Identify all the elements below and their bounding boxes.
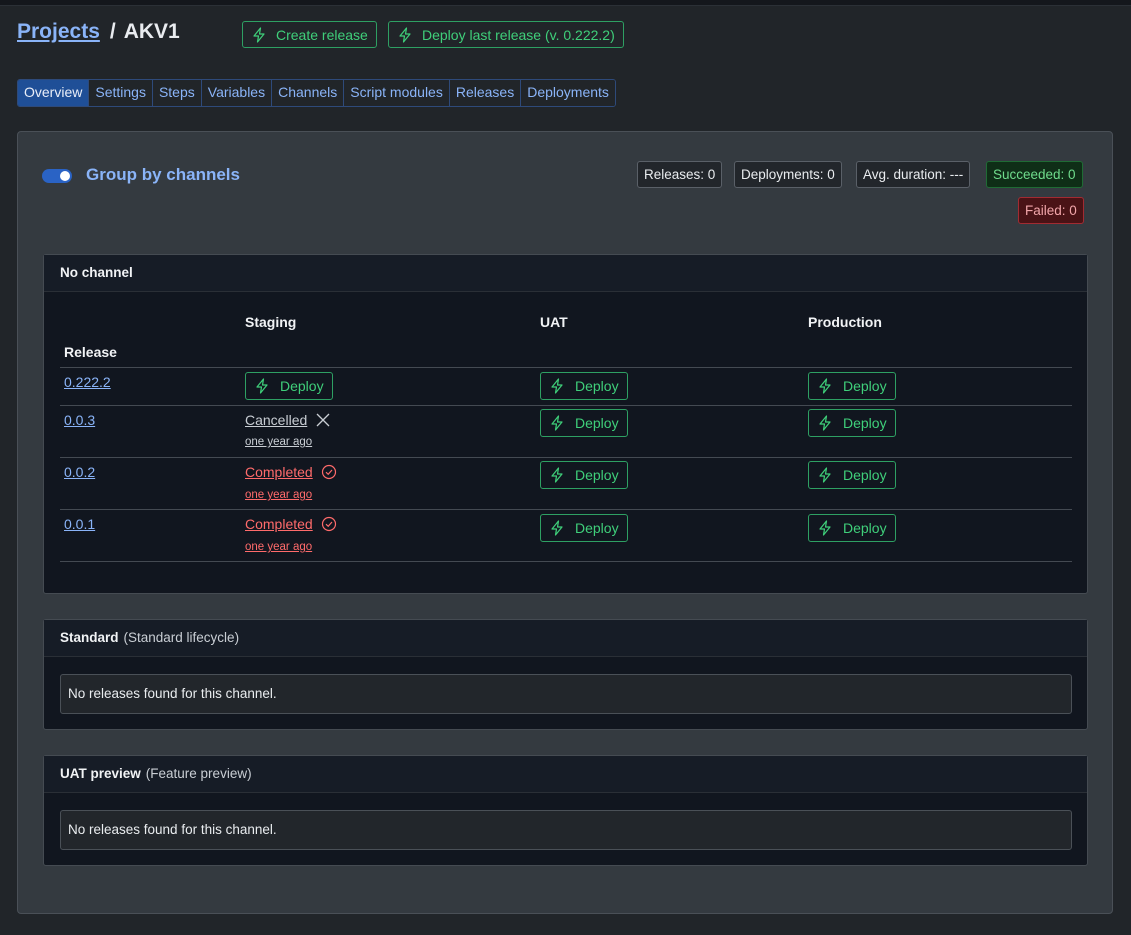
deploy-label: Deploy bbox=[575, 467, 619, 483]
tab-deployments[interactable]: Deployments bbox=[521, 80, 615, 106]
release-link-0-0-2[interactable]: 0.0.2 bbox=[64, 464, 95, 480]
deploy-label: Deploy bbox=[575, 415, 619, 431]
deployment-status-completed[interactable]: Completed bbox=[245, 516, 337, 532]
stat-releases: Releases: 0 bbox=[637, 161, 723, 188]
column-header-production: Production bbox=[808, 314, 882, 330]
group-by-channels-toggle[interactable] bbox=[42, 169, 72, 183]
release-link-0-222-2[interactable]: 0.222.2 bbox=[64, 374, 111, 390]
lightning-icon bbox=[817, 415, 833, 431]
deployment-time[interactable]: one year ago bbox=[245, 436, 312, 448]
create-release-button[interactable]: Create release bbox=[242, 21, 377, 48]
deployment-status-completed[interactable]: Completed bbox=[245, 464, 337, 480]
lightning-icon bbox=[817, 520, 833, 536]
deploy-button-uat[interactable]: Deploy bbox=[540, 514, 628, 542]
lightning-icon bbox=[397, 26, 413, 43]
lightning-icon bbox=[549, 467, 565, 483]
deploy-button-production[interactable]: Deploy bbox=[808, 514, 896, 542]
deploy-button-production[interactable]: Deploy bbox=[808, 372, 896, 400]
channel-name: UAT preview bbox=[60, 766, 141, 781]
deploy-button-staging[interactable]: Deploy bbox=[245, 372, 333, 400]
deploy-last-release-button[interactable]: Deploy last release (v. 0.222.2) bbox=[388, 21, 624, 48]
lightning-icon bbox=[251, 26, 267, 43]
deploy-label: Deploy bbox=[843, 415, 887, 431]
check-circle-icon bbox=[321, 464, 337, 480]
deploy-label: Deploy bbox=[843, 520, 887, 536]
x-icon bbox=[315, 412, 331, 428]
deploy-label: Deploy bbox=[843, 467, 887, 483]
stat-deployments: Deployments: 0 bbox=[734, 161, 842, 188]
breadcrumb: Projects / AKV1 bbox=[17, 20, 180, 44]
deploy-button-production[interactable]: Deploy bbox=[808, 409, 896, 437]
status-label: Completed bbox=[245, 464, 313, 480]
channel-standard: Standard (Standard lifecycle) No releases… bbox=[43, 619, 1088, 730]
tab-steps[interactable]: Steps bbox=[152, 80, 202, 106]
channel-uat-preview: UAT preview (Feature preview) No releases… bbox=[43, 755, 1088, 866]
top-strip bbox=[0, 0, 1131, 6]
channel-name: Standard bbox=[60, 630, 119, 645]
status-label: Cancelled bbox=[245, 412, 308, 428]
channel-header: UAT preview (Feature preview) bbox=[44, 756, 1087, 793]
deployment-time[interactable]: one year ago bbox=[245, 541, 312, 553]
project-tabs: Overview Settings Steps Variables Channe… bbox=[17, 79, 616, 107]
lightning-icon bbox=[549, 520, 565, 536]
tab-script-modules[interactable]: Script modules bbox=[344, 80, 450, 106]
toggle-knob bbox=[60, 171, 70, 181]
deploy-button-uat[interactable]: Deploy bbox=[540, 461, 628, 489]
channel-header: Standard (Standard lifecycle) bbox=[44, 620, 1087, 657]
channel-lifecycle: (Feature preview) bbox=[145, 766, 252, 781]
row-divider bbox=[60, 561, 1072, 562]
channel-name: No channel bbox=[60, 265, 133, 280]
row-divider bbox=[60, 457, 1072, 458]
overview-card: Group by channels Releases: 0 Deployment… bbox=[17, 131, 1113, 914]
release-link-0-0-1[interactable]: 0.0.1 bbox=[64, 516, 95, 532]
row-divider bbox=[60, 367, 1072, 368]
empty-releases-message: No releases found for this channel. bbox=[60, 810, 1072, 850]
deploy-button-uat[interactable]: Deploy bbox=[540, 409, 628, 437]
empty-releases-message: No releases found for this channel. bbox=[60, 674, 1072, 714]
deploy-button-production[interactable]: Deploy bbox=[808, 461, 896, 489]
breadcrumb-separator: / bbox=[109, 20, 116, 43]
deployment-status-cancelled[interactable]: Cancelled bbox=[245, 412, 331, 428]
row-divider bbox=[60, 509, 1072, 510]
release-link-0-0-3[interactable]: 0.0.3 bbox=[64, 412, 95, 428]
lightning-icon bbox=[817, 467, 833, 483]
lightning-icon bbox=[549, 415, 565, 431]
check-circle-icon bbox=[321, 516, 337, 532]
deploy-label: Deploy bbox=[280, 378, 324, 394]
tab-settings[interactable]: Settings bbox=[89, 80, 153, 106]
tab-variables[interactable]: Variables bbox=[201, 80, 273, 106]
tab-releases[interactable]: Releases bbox=[449, 80, 522, 106]
channel-no-channel: No channel Staging UAT Production Releas… bbox=[43, 254, 1088, 594]
create-release-label: Create release bbox=[276, 26, 368, 43]
tab-channels[interactable]: Channels bbox=[272, 80, 345, 106]
group-by-channels-label: Group by channels bbox=[86, 165, 240, 184]
page-title: AKV1 bbox=[123, 20, 180, 43]
row-divider bbox=[60, 405, 1072, 406]
tab-overview[interactable]: Overview bbox=[18, 80, 90, 106]
column-header-staging: Staging bbox=[245, 314, 297, 330]
channel-lifecycle: (Standard lifecycle) bbox=[123, 630, 240, 645]
deploy-label: Deploy bbox=[575, 378, 619, 394]
lightning-icon bbox=[254, 378, 270, 394]
stat-avg-duration: Avg. duration: --- bbox=[856, 161, 971, 188]
breadcrumb-projects-link[interactable]: Projects bbox=[17, 20, 100, 44]
deploy-button-uat[interactable]: Deploy bbox=[540, 372, 628, 400]
status-label: Completed bbox=[245, 516, 313, 532]
column-header-uat: UAT bbox=[540, 314, 568, 330]
deploy-label: Deploy bbox=[843, 378, 887, 394]
lightning-icon bbox=[549, 378, 565, 394]
column-header-release: Release bbox=[64, 344, 117, 360]
lightning-icon bbox=[817, 378, 833, 394]
deploy-label: Deploy bbox=[575, 520, 619, 536]
stat-failed-badge: Failed: 0 bbox=[1018, 197, 1084, 224]
deployment-time[interactable]: one year ago bbox=[245, 489, 312, 501]
stat-succeeded-badge: Succeeded: 0 bbox=[986, 161, 1083, 188]
deploy-last-release-label: Deploy last release (v. 0.222.2) bbox=[422, 26, 615, 43]
channel-header: No channel bbox=[44, 255, 1087, 292]
